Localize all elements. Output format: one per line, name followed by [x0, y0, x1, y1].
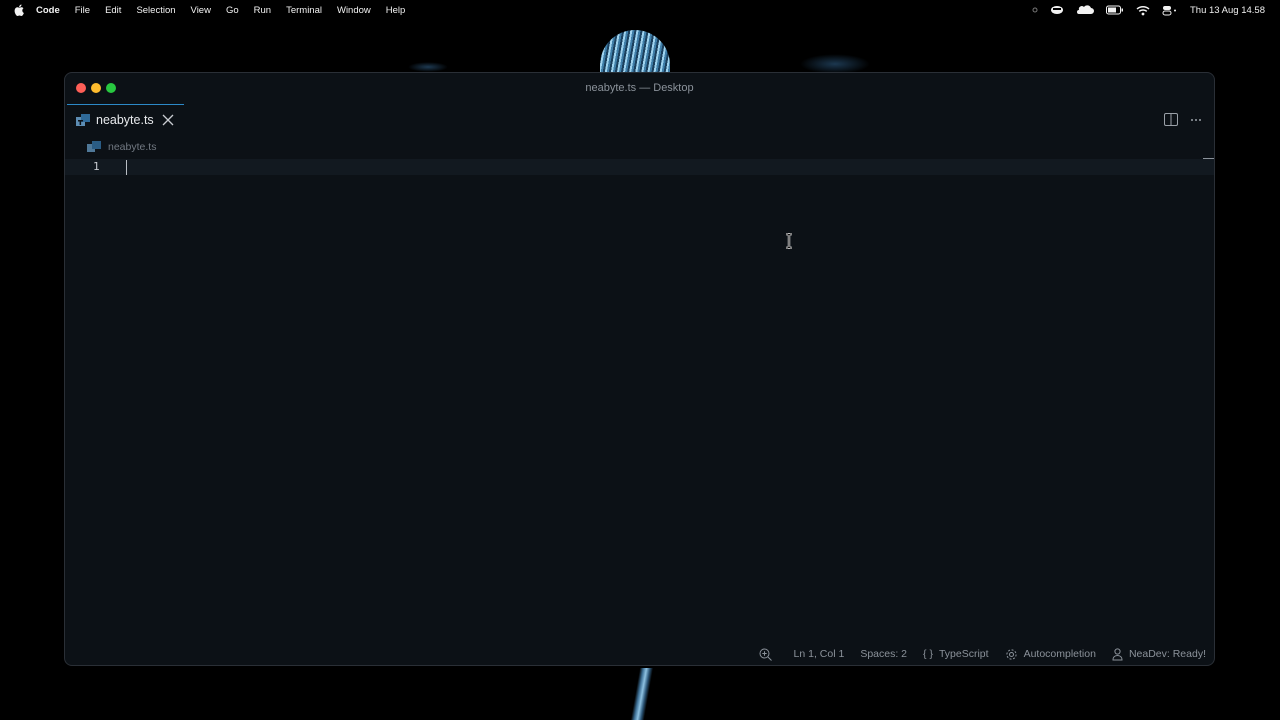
autocompletion-status[interactable]: Autocompletion — [1005, 648, 1096, 661]
editor-window: neabyte.ts — Desktop neabyte.ts neabyte.… — [64, 72, 1215, 666]
code-editor[interactable]: 1 — [65, 158, 1214, 639]
window-title-bar[interactable]: neabyte.ts — Desktop — [65, 73, 1214, 103]
tab-neabyte-ts[interactable]: neabyte.ts — [67, 104, 184, 135]
neadev-status[interactable]: NeaDev: Ready! — [1112, 647, 1206, 661]
apple-logo-icon[interactable] — [13, 4, 25, 16]
control-center-icon[interactable] — [1162, 5, 1178, 16]
tab-label: neabyte.ts — [96, 113, 154, 127]
text-cursor — [126, 160, 127, 175]
neadev-label: NeaDev: Ready! — [1128, 648, 1206, 660]
indentation-status[interactable]: Spaces: 2 — [860, 648, 907, 660]
braces-icon: { } — [923, 648, 933, 660]
cloud-icon[interactable] — [1076, 5, 1094, 15]
menu-app-name[interactable]: Code — [36, 5, 60, 16]
battery-icon[interactable] — [1105, 5, 1124, 15]
zoom-status[interactable] — [759, 648, 778, 661]
tab-bar: neabyte.ts — [65, 103, 1214, 135]
overview-ruler-marker — [1203, 158, 1214, 159]
menu-selection[interactable]: Selection — [136, 5, 175, 16]
menu-help[interactable]: Help — [386, 5, 406, 16]
menu-bar: Code File Edit Selection View Go Run Ter… — [0, 0, 1280, 20]
wallpaper-wisp — [408, 62, 448, 72]
menu-bar-status-area: Thu 13 Aug 14.58 — [1032, 0, 1280, 20]
autocompletion-label: Autocompletion — [1023, 648, 1096, 660]
breadcrumb[interactable]: neabyte.ts — [87, 141, 156, 153]
zoom-in-icon — [759, 648, 772, 661]
menu-file[interactable]: File — [75, 5, 90, 16]
wifi-icon[interactable] — [1136, 5, 1150, 16]
line-number: 1 — [93, 160, 100, 173]
menu-bar-clock[interactable]: Thu 13 Aug 14.58 — [1190, 5, 1265, 16]
menu-run[interactable]: Run — [254, 5, 271, 16]
language-mode-status[interactable]: { } TypeScript — [923, 648, 989, 660]
cup-icon[interactable] — [1050, 5, 1064, 15]
breadcrumb-file[interactable]: neabyte.ts — [108, 141, 156, 153]
wallpaper-fan-shape — [600, 30, 670, 75]
menu-terminal[interactable]: Terminal — [286, 5, 322, 16]
editor-actions — [1152, 113, 1202, 126]
gear-icon — [1005, 648, 1018, 661]
current-line-highlight — [65, 159, 1214, 175]
cursor-position-status[interactable]: Ln 1, Col 1 — [794, 648, 845, 660]
more-actions-icon[interactable] — [1190, 118, 1202, 122]
wallpaper-wisp — [800, 54, 870, 74]
menu-go[interactable]: Go — [226, 5, 239, 16]
dot-indicator-icon[interactable] — [1032, 7, 1038, 13]
menu-window[interactable]: Window — [337, 5, 371, 16]
close-icon[interactable] — [162, 114, 174, 126]
person-icon — [1112, 647, 1123, 661]
menu-edit[interactable]: Edit — [105, 5, 121, 16]
wallpaper-stem — [630, 668, 654, 720]
window-title: neabyte.ts — Desktop — [585, 82, 694, 94]
typescript-file-icon — [87, 141, 101, 153]
status-bar: Ln 1, Col 1 Spaces: 2 { } TypeScript Aut… — [65, 643, 1214, 665]
ibeam-pointer-icon — [785, 232, 793, 250]
typescript-file-icon — [76, 113, 90, 127]
language-mode-label: TypeScript — [938, 648, 989, 660]
split-editor-icon[interactable] — [1164, 113, 1178, 126]
menu-view[interactable]: View — [191, 5, 211, 16]
